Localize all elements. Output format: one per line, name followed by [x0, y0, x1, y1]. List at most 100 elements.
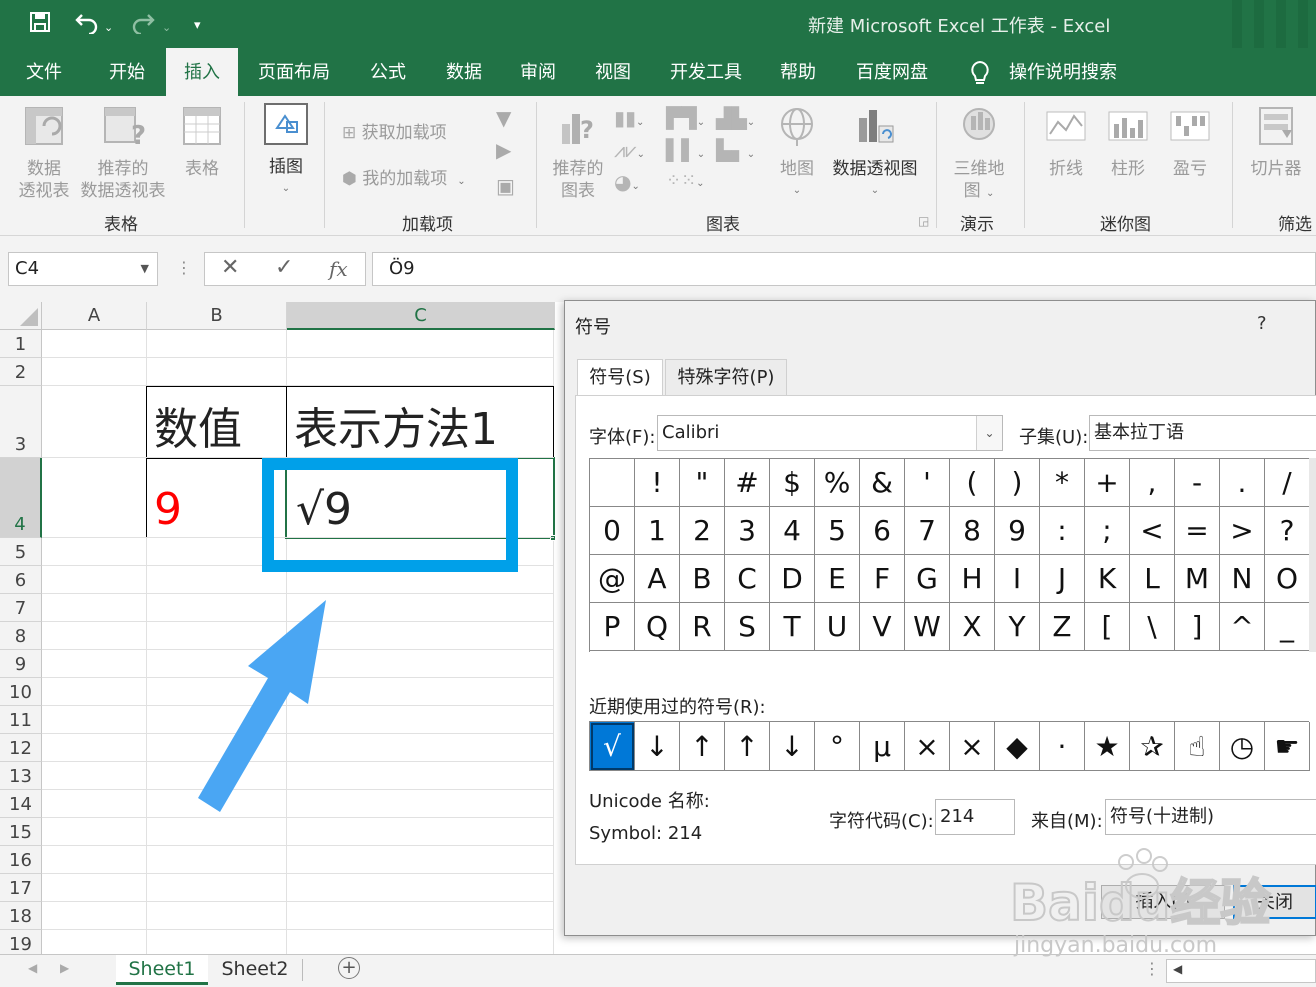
symbol-cell[interactable]: ( [950, 459, 995, 507]
symbol-cell[interactable]: ' [905, 459, 950, 507]
row-header[interactable]: 17 [0, 874, 42, 902]
row-header[interactable]: 5 [0, 538, 42, 566]
symbol-cell[interactable]: * [1040, 459, 1085, 507]
tell-me-search[interactable]: 操作说明搜索 [1002, 48, 1124, 96]
symbol-cell[interactable]: W [905, 603, 950, 651]
tab-home[interactable]: 开始 [96, 48, 158, 96]
symbol-cell[interactable]: X [950, 603, 995, 651]
symbol-cell[interactable]: [ [1085, 603, 1130, 651]
symbol-cell[interactable]: / [1265, 459, 1310, 507]
chevron-down-icon[interactable]: ▼ [141, 253, 149, 285]
symbol-cell[interactable]: V [860, 603, 905, 651]
symbol-cell[interactable]: , [1130, 459, 1175, 507]
symbol-cell[interactable]: S [725, 603, 770, 651]
tab-formulas[interactable]: 公式 [358, 48, 418, 96]
scroll-left-icon[interactable]: ◀ [1173, 962, 1182, 976]
row-header[interactable]: 11 [0, 706, 42, 734]
symbol-cell[interactable]: 5 [815, 507, 860, 555]
tab-special-characters[interactable]: 特殊字符(P) [665, 359, 787, 395]
symbol-cell[interactable]: % [815, 459, 860, 507]
3d-map-button[interactable]: 三维地 图 ⌄ [948, 104, 1010, 205]
symbol-cell[interactable]: < [1130, 507, 1175, 555]
symbol-cell[interactable]: N [1220, 555, 1265, 603]
symbol-cell[interactable]: & [860, 459, 905, 507]
fill-handle[interactable] [550, 535, 556, 541]
symbol-cell[interactable]: O [1265, 555, 1310, 603]
symbol-cell[interactable]: : [1040, 507, 1085, 555]
redo-dropdown-icon[interactable]: ⌄ [162, 14, 171, 42]
pivottable-button[interactable]: 数据 透视表 [14, 104, 74, 202]
symbol-cell[interactable]: 7 [905, 507, 950, 555]
row-header[interactable]: 2 [0, 358, 42, 386]
symbol-cell[interactable]: $ [770, 459, 815, 507]
lightbulb-icon[interactable] [962, 48, 998, 96]
row-header[interactable]: 13 [0, 762, 42, 790]
symbol-cell[interactable]: ) [995, 459, 1040, 507]
row-header[interactable]: 8 [0, 622, 42, 650]
illustrations-button[interactable]: 插图 ⌄ [256, 102, 316, 200]
row-header[interactable]: 19 [0, 930, 42, 954]
sparkline-column-button[interactable]: 柱形 [1102, 104, 1154, 180]
tab-baidu-netdisk[interactable]: 百度网盘 [846, 48, 938, 96]
symbol-cell[interactable]: F [860, 555, 905, 603]
dialog-launcher-icon[interactable]: ◲ [918, 214, 929, 228]
recent-symbol-cell[interactable]: × [950, 722, 995, 771]
subset-select[interactable]: 基本拉丁语 [1089, 415, 1316, 451]
recent-symbol-cell[interactable]: √ [590, 722, 635, 771]
symbol-cell[interactable]: D [770, 555, 815, 603]
recent-symbol-cell[interactable]: · [1040, 722, 1085, 771]
row-header[interactable]: 3 [0, 386, 42, 458]
symbol-cell[interactable]: 6 [860, 507, 905, 555]
recent-symbol-cell[interactable]: ° [815, 722, 860, 771]
symbol-cell[interactable]: J [1040, 555, 1085, 603]
row-header[interactable]: 4 [0, 458, 42, 538]
hierarchy-chart-icon[interactable]: ▛▜⌄ [666, 106, 705, 130]
row-header[interactable]: 14 [0, 790, 42, 818]
sheet-tab-sheet1[interactable]: Sheet1 [116, 955, 208, 985]
maps-button[interactable]: 地图 ⌄ [776, 104, 818, 202]
table-button[interactable]: 表格 [176, 104, 228, 180]
save-icon[interactable] [28, 10, 52, 41]
symbol-cell[interactable]: 9 [995, 507, 1040, 555]
symbol-cell[interactable]: A [635, 555, 680, 603]
sparkline-line-button[interactable]: 折线 [1040, 104, 1092, 180]
symbol-cell[interactable]: 1 [635, 507, 680, 555]
char-code-input[interactable]: 214 [935, 799, 1015, 835]
drag-handle-icon[interactable]: ⋮ [1144, 959, 1160, 978]
new-sheet-icon[interactable]: + [338, 957, 360, 979]
symbol-cell[interactable]: 2 [680, 507, 725, 555]
symbol-cell[interactable]: T [770, 603, 815, 651]
recent-symbol-cell[interactable]: ↑ [725, 722, 770, 771]
symbol-cell[interactable]: Q [635, 603, 680, 651]
symbol-cell[interactable]: ? [1265, 507, 1310, 555]
row-header[interactable]: 10 [0, 678, 42, 706]
sheet-tab-sheet2[interactable]: Sheet2 [214, 955, 296, 985]
symbol-cell[interactable]: B [680, 555, 725, 603]
symbol-cell[interactable]: 3 [725, 507, 770, 555]
row-header[interactable]: 18 [0, 902, 42, 930]
column-chart-icon[interactable]: ▮▮⌄ [614, 106, 644, 130]
customize-toolbar-icon[interactable]: ▾ [194, 12, 201, 40]
slicer-button[interactable]: 切片器 [1244, 104, 1308, 180]
recent-symbol-cell[interactable]: ◆ [995, 722, 1040, 771]
symbol-cell[interactable]: # [725, 459, 770, 507]
insert-function-icon[interactable]: fx [329, 257, 348, 281]
tab-file[interactable]: 文件 [14, 48, 74, 96]
symbol-cell[interactable]: . [1220, 459, 1265, 507]
scatter-chart-icon[interactable]: ⁘⁙⌄ [666, 170, 705, 191]
chevron-down-icon[interactable]: ⌄ [976, 416, 1002, 450]
symbol-cell[interactable]: K [1085, 555, 1130, 603]
tab-page-layout[interactable]: 页面布局 [250, 48, 338, 96]
waterfall-chart-icon[interactable]: ▟▙⌄ [716, 106, 755, 130]
symbol-cell[interactable]: " [680, 459, 725, 507]
recent-symbol-cell[interactable]: ↓ [635, 722, 680, 771]
symbol-cell[interactable]: ; [1085, 507, 1130, 555]
symbol-cell[interactable]: M [1175, 555, 1220, 603]
scroll-right-icon[interactable]: ▶ [60, 961, 69, 975]
symbol-cell[interactable]: + [1085, 459, 1130, 507]
people-graph-icon[interactable]: ▣ [496, 174, 515, 198]
select-all-corner[interactable] [0, 302, 42, 330]
symbol-cell[interactable]: > [1220, 507, 1265, 555]
symbol-cell[interactable]: 0 [590, 507, 635, 555]
symbol-cell[interactable] [590, 459, 635, 507]
